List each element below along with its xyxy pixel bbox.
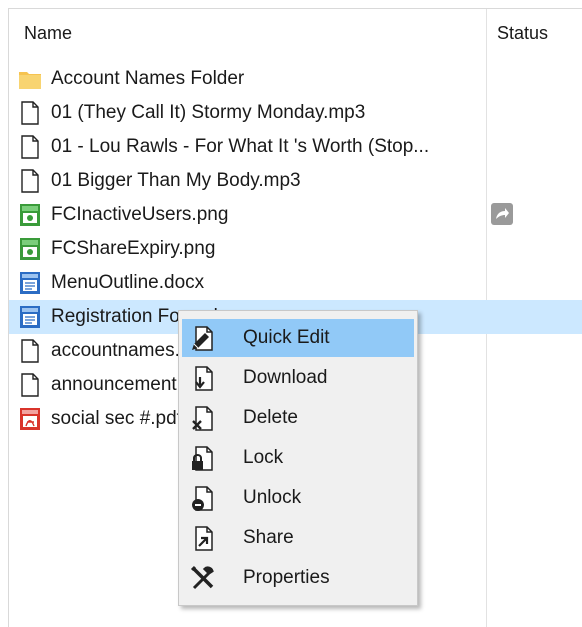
file-row[interactable]: MenuOutline.docx xyxy=(9,266,582,300)
document-icon xyxy=(18,100,42,126)
image-file-icon xyxy=(18,202,42,228)
document-icon xyxy=(18,168,42,194)
column-header-name[interactable]: Name xyxy=(24,23,72,44)
quick-edit-icon xyxy=(189,324,217,352)
file-row[interactable]: 01 - Lou Rawls - For What It 's Worth (S… xyxy=(9,130,582,164)
file-name: Account Names Folder xyxy=(51,68,245,89)
file-row[interactable]: 01 Bigger Than My Body.mp3 xyxy=(9,164,582,198)
share-icon xyxy=(189,524,217,552)
menu-item-label: Download xyxy=(243,367,328,388)
unlock-icon xyxy=(189,484,217,512)
column-header: Name Status xyxy=(9,9,582,627)
file-row[interactable]: 01 (They Call It) Stormy Monday.mp3 xyxy=(9,96,582,130)
menu-item-label: Properties xyxy=(243,567,330,588)
menu-item-properties[interactable]: Properties xyxy=(182,559,414,597)
pdf-icon xyxy=(18,406,42,432)
file-name: 01 Bigger Than My Body.mp3 xyxy=(51,170,301,191)
menu-item-label: Delete xyxy=(243,407,298,428)
menu-item-label: Share xyxy=(243,527,294,548)
delete-icon xyxy=(189,404,217,432)
file-name: 01 - Lou Rawls - For What It 's Worth (S… xyxy=(51,136,430,157)
file-name: FCInactiveUsers.png xyxy=(51,204,229,225)
share-arrow-icon[interactable] xyxy=(491,203,513,225)
word-doc-icon xyxy=(18,304,42,330)
file-name: social sec #.pdf xyxy=(51,408,182,429)
folder-icon xyxy=(18,66,42,92)
file-name: MenuOutline.docx xyxy=(51,272,205,293)
file-name: 01 (They Call It) Stormy Monday.mp3 xyxy=(51,102,366,123)
menu-item-share[interactable]: Share xyxy=(182,519,414,557)
menu-item-label: Unlock xyxy=(243,487,302,508)
menu-item-label: Lock xyxy=(243,447,284,468)
file-row[interactable]: FCShareExpiry.png xyxy=(9,232,582,266)
column-header-status[interactable]: Status xyxy=(497,23,548,44)
menu-item-quick-edit[interactable]: Quick Edit xyxy=(182,319,414,357)
menu-item-label: Quick Edit xyxy=(243,327,330,348)
menu-item-download[interactable]: Download xyxy=(182,359,414,397)
download-icon xyxy=(189,364,217,392)
document-icon xyxy=(18,372,42,398)
file-row[interactable]: Account Names Folder xyxy=(9,62,582,96)
image-file-icon xyxy=(18,236,42,262)
file-row[interactable]: FCInactiveUsers.png xyxy=(9,198,582,232)
word-doc-icon xyxy=(18,270,42,296)
properties-icon xyxy=(189,564,217,592)
lock-icon xyxy=(189,444,217,472)
menu-item-lock[interactable]: Lock xyxy=(182,439,414,477)
context-menu: Quick Edit Download Delete Lock Unlock Share P… xyxy=(178,310,418,606)
menu-item-delete[interactable]: Delete xyxy=(182,399,414,437)
document-icon xyxy=(18,338,42,364)
menu-item-unlock[interactable]: Unlock xyxy=(182,479,414,517)
file-name: FCShareExpiry.png xyxy=(51,238,216,259)
document-icon xyxy=(18,134,42,160)
